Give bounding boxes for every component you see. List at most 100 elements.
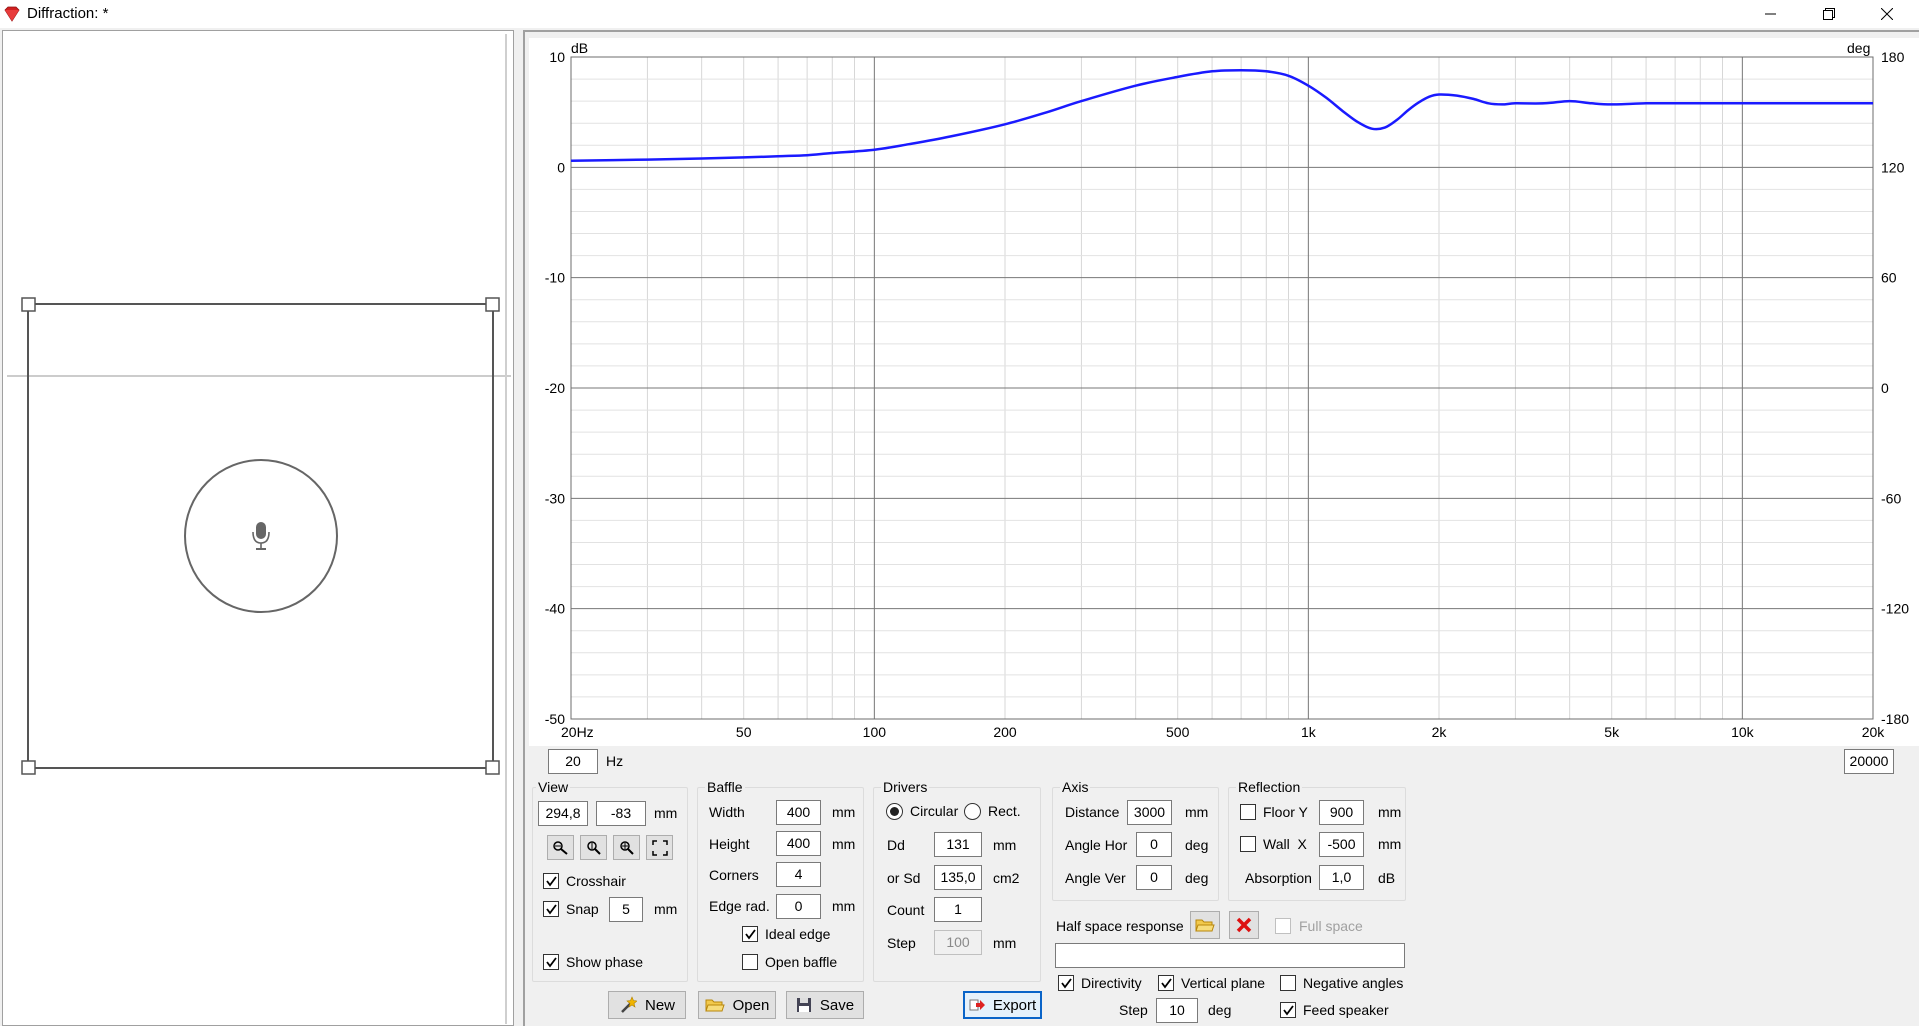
open-button[interactable]: Open bbox=[698, 991, 776, 1019]
sd-label: or Sd bbox=[887, 870, 921, 886]
zoom-fit-button[interactable] bbox=[580, 835, 607, 860]
app-icon bbox=[4, 6, 20, 22]
delete-icon bbox=[1236, 917, 1252, 933]
view-group-title: View bbox=[536, 779, 571, 795]
driver-step-input[interactable]: 100 bbox=[934, 930, 982, 955]
freq-to-input[interactable]: 20000 bbox=[1844, 749, 1894, 774]
check-icon bbox=[546, 957, 557, 968]
export-button[interactable]: Export bbox=[963, 991, 1042, 1019]
y2-axis-label: deg bbox=[1847, 40, 1870, 56]
dd-input[interactable]: 131 bbox=[934, 832, 982, 857]
magic-wand-icon bbox=[621, 996, 637, 1013]
baffle-view-pane[interactable] bbox=[2, 30, 514, 1026]
freq-from-input[interactable]: 20 bbox=[548, 749, 598, 774]
pane-splitter[interactable] bbox=[505, 34, 507, 1024]
angle-ver-input[interactable]: 0 bbox=[1136, 865, 1172, 890]
open-baffle-checkbox[interactable] bbox=[742, 954, 758, 970]
negative-angles-label: Negative angles bbox=[1303, 975, 1404, 991]
show-phase-label: Show phase bbox=[566, 954, 644, 970]
folder-open-icon bbox=[1195, 919, 1215, 932]
check-icon bbox=[546, 876, 557, 887]
sd-input[interactable]: 135,0 bbox=[934, 865, 982, 890]
clear-half-space-button[interactable] bbox=[1229, 911, 1259, 939]
directivity-step-input[interactable]: 10 bbox=[1156, 998, 1198, 1023]
check-icon bbox=[1161, 978, 1172, 989]
corners-input[interactable]: 4 bbox=[776, 862, 821, 887]
directivity-label: Directivity bbox=[1081, 975, 1142, 991]
save-button[interactable]: Save bbox=[786, 991, 864, 1019]
wall-input[interactable]: -500 bbox=[1319, 832, 1364, 857]
new-button[interactable]: New bbox=[608, 991, 686, 1019]
edge-radius-input[interactable]: 0 bbox=[776, 894, 821, 919]
directivity-checkbox[interactable] bbox=[1058, 975, 1074, 991]
negative-angles-checkbox[interactable] bbox=[1280, 975, 1296, 991]
directivity-step-unit-label: deg bbox=[1208, 1002, 1232, 1018]
full-space-label: Full space bbox=[1299, 918, 1363, 934]
circular-radio[interactable] bbox=[886, 803, 903, 820]
wall-checkbox[interactable] bbox=[1240, 836, 1256, 852]
rect-radio[interactable] bbox=[964, 803, 981, 820]
load-half-space-button[interactable] bbox=[1190, 911, 1220, 939]
view-x-coordinate[interactable]: 294,8 bbox=[538, 801, 588, 826]
view-unit-label: mm bbox=[654, 805, 678, 821]
half-space-file-field[interactable] bbox=[1055, 943, 1405, 968]
zoom-out-button[interactable] bbox=[547, 835, 574, 860]
feed-speaker-checkbox[interactable] bbox=[1280, 1002, 1296, 1018]
new-button-label: New bbox=[644, 996, 675, 1014]
chart-background bbox=[529, 38, 1919, 746]
open-button-label: Open bbox=[732, 996, 770, 1014]
export-button-label: Export bbox=[992, 996, 1037, 1014]
rect-label: Rect. bbox=[988, 803, 1021, 819]
snap-checkbox[interactable] bbox=[543, 901, 559, 917]
view-y-coordinate[interactable]: -83 bbox=[596, 801, 646, 826]
drivers-group-title: Drivers bbox=[881, 779, 930, 795]
show-phase-checkbox[interactable] bbox=[543, 954, 559, 970]
floor-input[interactable]: 900 bbox=[1319, 800, 1364, 825]
wall-unit-label: mm bbox=[1378, 836, 1402, 852]
baffle-width-input[interactable]: 400 bbox=[776, 800, 821, 825]
y2-tick-label: 180 bbox=[1881, 49, 1905, 65]
corner-handle-tr bbox=[485, 297, 500, 312]
axis-group-title: Axis bbox=[1060, 779, 1091, 795]
y2-tick-label: 120 bbox=[1881, 159, 1905, 175]
absorption-input[interactable]: 1,0 bbox=[1319, 865, 1364, 890]
baffle-height-input[interactable]: 400 bbox=[776, 831, 821, 856]
full-space-checkbox[interactable] bbox=[1275, 918, 1291, 934]
zoom-in-icon bbox=[619, 840, 634, 855]
x-tick-label: 100 bbox=[863, 724, 887, 740]
zoom-in-button[interactable] bbox=[613, 835, 640, 860]
snap-unit-label: mm bbox=[654, 901, 678, 917]
window-title: Diffraction: * bbox=[27, 5, 109, 22]
y-tick-label: -40 bbox=[545, 601, 565, 617]
angle-hor-unit-label: deg bbox=[1185, 837, 1209, 853]
minimize-button[interactable] bbox=[1742, 0, 1800, 28]
feed-speaker-label: Feed speaker bbox=[1303, 1002, 1389, 1018]
ideal-edge-checkbox[interactable] bbox=[742, 926, 758, 942]
x-tick-label: 1k bbox=[1301, 724, 1317, 740]
fullscreen-button[interactable] bbox=[646, 835, 673, 860]
y-tick-label: -50 bbox=[545, 711, 565, 727]
folder-open-icon bbox=[704, 999, 725, 1012]
floor-checkbox[interactable] bbox=[1240, 804, 1256, 820]
snap-input[interactable]: 5 bbox=[609, 897, 643, 922]
restore-button[interactable] bbox=[1800, 0, 1858, 28]
x-tick-label: 200 bbox=[993, 724, 1017, 740]
save-button-label: Save bbox=[819, 996, 855, 1014]
edge-radius-label: Edge rad. bbox=[709, 898, 770, 914]
crosshair-checkbox[interactable] bbox=[543, 873, 559, 889]
angle-hor-input[interactable]: 0 bbox=[1136, 832, 1172, 857]
snap-label: Snap bbox=[566, 901, 599, 917]
frequency-response-chart[interactable]: dB deg 20Hz 50 100 200 500 1k 2k 5k 10k 20k 100-1… bbox=[529, 38, 1919, 746]
close-button[interactable] bbox=[1858, 0, 1916, 28]
angle-ver-unit-label: deg bbox=[1185, 870, 1209, 886]
microphone-icon bbox=[252, 522, 270, 550]
y2-tick-label: 0 bbox=[1881, 380, 1889, 396]
y2-tick-label: -60 bbox=[1881, 490, 1901, 506]
corner-handle-bl bbox=[21, 760, 36, 775]
floppy-disk-icon bbox=[796, 998, 811, 1012]
count-input[interactable]: 1 bbox=[934, 897, 982, 922]
distance-input[interactable]: 3000 bbox=[1127, 800, 1172, 825]
baffle-canvas[interactable] bbox=[3, 31, 513, 1025]
vertical-plane-checkbox[interactable] bbox=[1158, 975, 1174, 991]
y-axis-label: dB bbox=[571, 40, 588, 56]
